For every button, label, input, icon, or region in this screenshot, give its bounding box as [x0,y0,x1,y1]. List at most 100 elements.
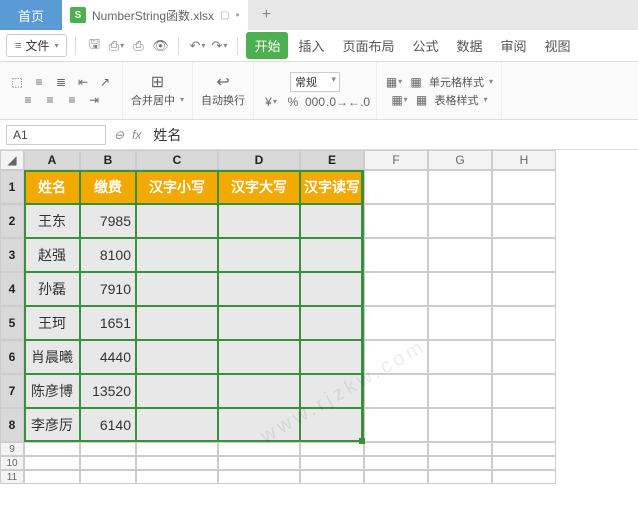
cell-B4[interactable]: 7910 [80,272,136,306]
cell-B1[interactable]: 缴费 [80,170,136,204]
cell-C8[interactable] [136,408,218,442]
cell-F3[interactable] [364,238,428,272]
cell-H9[interactable] [492,442,556,456]
cell-E1[interactable]: 汉字读写 [300,170,364,204]
cell-G8[interactable] [428,408,492,442]
cell-F8[interactable] [364,408,428,442]
cell-G4[interactable] [428,272,492,306]
row-header-4[interactable]: 4 [0,272,24,306]
row-header-9[interactable]: 9 [0,442,24,456]
cell-G1[interactable] [428,170,492,204]
cell-D6[interactable] [218,340,300,374]
col-header-H[interactable]: H [492,150,556,170]
align-top-icon[interactable]: ⬚ [8,74,26,90]
table-style-icon[interactable]: ▦ [413,92,431,108]
cell-F6[interactable] [364,340,428,374]
indent-left-icon[interactable]: ⇤ [74,74,92,90]
cell-E8[interactable] [300,408,364,442]
cell-C7[interactable] [136,374,218,408]
row-header-11[interactable]: 11 [0,470,24,484]
row-header-8[interactable]: 8 [0,408,24,442]
dec-decimal-icon[interactable]: ←.0 [350,94,368,110]
align-middle-icon[interactable]: ≡ [30,74,48,90]
tab-menu-icon[interactable]: • [236,8,240,22]
cell-A11[interactable] [24,470,80,484]
merge-label[interactable]: 合并居中 [131,92,175,108]
cell-B6[interactable]: 4440 [80,340,136,374]
align-left-icon[interactable]: ≡ [19,92,37,108]
cell-A3[interactable]: 赵强 [24,238,80,272]
cell-G10[interactable] [428,456,492,470]
align-right-icon[interactable]: ≡ [63,92,81,108]
preview-icon[interactable]: 👁 [150,36,170,56]
col-header-D[interactable]: D [218,150,300,170]
cell-F9[interactable] [364,442,428,456]
undo-icon[interactable]: ↶▾ [187,36,207,56]
col-header-A[interactable]: A [24,150,80,170]
cell-E6[interactable] [300,340,364,374]
cell-C2[interactable] [136,204,218,238]
cell-B9[interactable] [80,442,136,456]
cell-A7[interactable]: 陈彦博 [24,374,80,408]
menu-view[interactable]: 视图 [537,32,579,59]
cell-F7[interactable] [364,374,428,408]
cell-B7[interactable]: 13520 [80,374,136,408]
print-icon[interactable]: ⎙ [128,36,148,56]
cell-B3[interactable]: 8100 [80,238,136,272]
cell-A1[interactable]: 姓名 [24,170,80,204]
row-header-10[interactable]: 10 [0,456,24,470]
cell-D11[interactable] [218,470,300,484]
formula-input[interactable]: 姓名 [149,125,632,145]
cell-D7[interactable] [218,374,300,408]
indent-right-icon[interactable]: ⇥ [85,92,103,108]
cell-G5[interactable] [428,306,492,340]
merge-icon[interactable]: ⊞ [149,74,167,90]
col-header-B[interactable]: B [80,150,136,170]
cell-H1[interactable] [492,170,556,204]
cell-B11[interactable] [80,470,136,484]
cell-B2[interactable]: 7985 [80,204,136,238]
row-header-6[interactable]: 6 [0,340,24,374]
cell-F1[interactable] [364,170,428,204]
cell-G6[interactable] [428,340,492,374]
wrap-icon[interactable]: ↩ [214,74,232,90]
row-header-3[interactable]: 3 [0,238,24,272]
cell-E3[interactable] [300,238,364,272]
tab-home[interactable]: 首页 [0,0,62,30]
menu-data[interactable]: 数据 [449,32,491,59]
comma-icon[interactable]: 000 [306,94,324,110]
cell-H4[interactable] [492,272,556,306]
cell-D2[interactable] [218,204,300,238]
cell-D9[interactable] [218,442,300,456]
cell-A5[interactable]: 王珂 [24,306,80,340]
cell-E11[interactable] [300,470,364,484]
save-icon[interactable]: 🖫 [84,36,104,56]
cell-G3[interactable] [428,238,492,272]
cell-B10[interactable] [80,456,136,470]
wrap-label[interactable]: 自动换行 [201,92,245,108]
number-format-combo[interactable]: 常规 [290,72,340,92]
output-icon[interactable]: ⎙▾ [106,36,126,56]
cell-H6[interactable] [492,340,556,374]
cell-C4[interactable] [136,272,218,306]
menu-start[interactable]: 开始 [246,32,288,59]
menu-formula[interactable]: 公式 [405,32,447,59]
menu-insert[interactable]: 插入 [290,32,332,59]
cell-A10[interactable] [24,456,80,470]
cell-E5[interactable] [300,306,364,340]
cell-B5[interactable]: 1651 [80,306,136,340]
cell-G2[interactable] [428,204,492,238]
cell-E7[interactable] [300,374,364,408]
row-header-1[interactable]: 1 [0,170,24,204]
cell-C11[interactable] [136,470,218,484]
fx-icon[interactable]: fx [132,128,141,142]
cell-D5[interactable] [218,306,300,340]
align-center-icon[interactable]: ≡ [41,92,59,108]
cell-F2[interactable] [364,204,428,238]
cell-D10[interactable] [218,456,300,470]
cell-C6[interactable] [136,340,218,374]
select-all-corner[interactable]: ◢ [0,150,24,170]
row-header-7[interactable]: 7 [0,374,24,408]
add-tab-button[interactable]: + [248,0,285,30]
cell-E4[interactable] [300,272,364,306]
